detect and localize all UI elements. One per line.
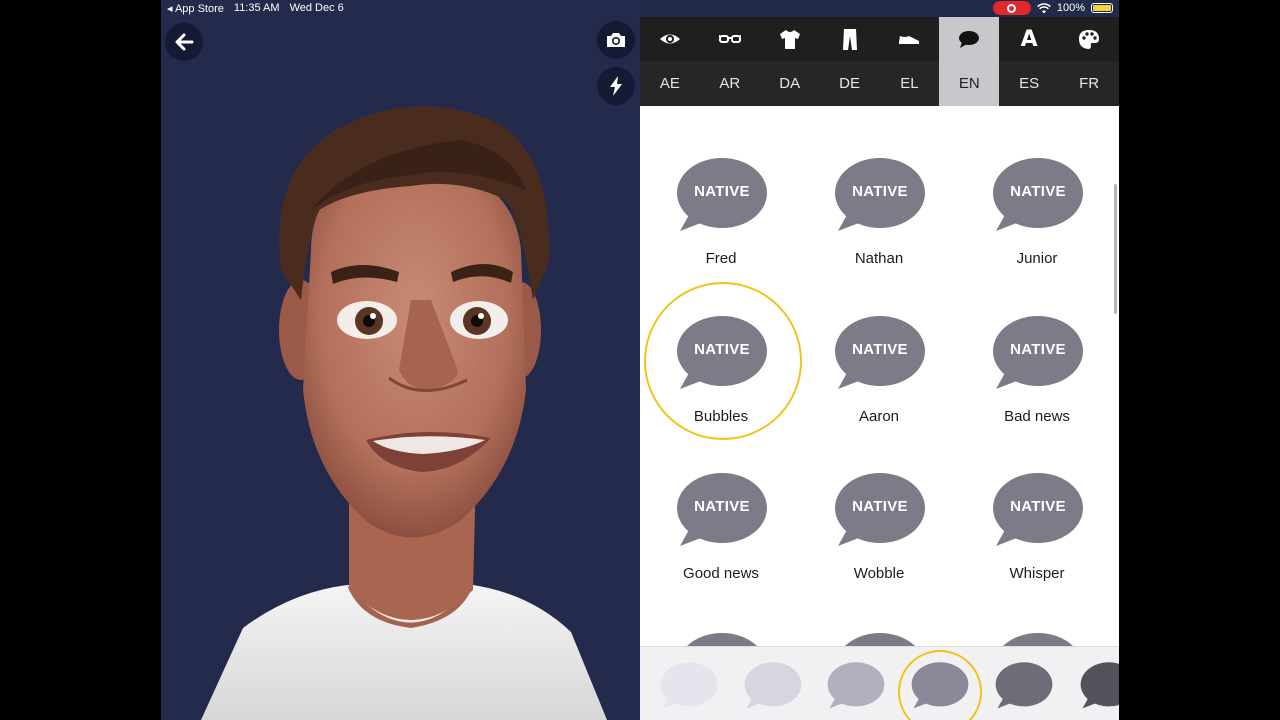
- eye-icon: [659, 34, 680, 44]
- color-swatch[interactable]: [744, 661, 802, 714]
- back-to-app-store[interactable]: ◂ App Store: [167, 2, 224, 15]
- toolbar-tab-speech-bubble[interactable]: [939, 17, 1000, 61]
- voice-name: Wobble: [853, 565, 905, 582]
- shoe-icon: [899, 36, 920, 44]
- app-screen: ◂ App Store 11:35 AM Wed Dec 6 100% A AE…: [161, 0, 1119, 720]
- language-tab-ae[interactable]: AE: [640, 61, 700, 106]
- toolbar-tab-shoe[interactable]: [880, 17, 940, 61]
- voice-option-partial[interactable]: [834, 632, 926, 646]
- palette-icon: [1079, 30, 1100, 49]
- color-swatch[interactable]: [995, 661, 1053, 714]
- voice-option-bad-news[interactable]: NATIVE Bad news: [962, 315, 1112, 445]
- voice-name: Fred: [705, 250, 737, 267]
- category-toolbar: A: [640, 17, 1119, 61]
- lightning-icon: [610, 76, 622, 96]
- speech-bubble-icon: [744, 662, 802, 709]
- glasses-icon: [718, 35, 741, 43]
- voice-badge: NATIVE: [852, 183, 908, 200]
- speech-bubble-icon: [1003, 633, 1073, 646]
- voice-name: Nathan: [854, 250, 904, 267]
- language-bar: AE AR DA DE EL EN ES FR: [640, 61, 1119, 106]
- toolbar-tab-shirt[interactable]: [760, 17, 820, 61]
- selection-ring: [644, 282, 802, 440]
- toolbar-tab-glasses[interactable]: [700, 17, 760, 61]
- status-time: 11:35 AM: [233, 2, 280, 14]
- speech-bubble-icon: [827, 662, 885, 709]
- status-bar: ◂ App Store 11:35 AM Wed Dec 6 100%: [161, 0, 1119, 17]
- language-tab-es[interactable]: ES: [999, 61, 1059, 106]
- pants-icon: [842, 29, 857, 50]
- speech-bubble-icon: [660, 662, 718, 709]
- voice-option-partial[interactable]: [992, 632, 1084, 646]
- voice-badge: NATIVE: [1010, 498, 1066, 515]
- voice-badge: NATIVE: [852, 498, 908, 515]
- language-tab-ar[interactable]: AR: [700, 61, 760, 106]
- color-swatch[interactable]: [1080, 661, 1119, 714]
- speech-bubble-icon: [845, 633, 915, 646]
- avatar-stage[interactable]: [161, 0, 640, 720]
- avatar-3d[interactable]: [161, 0, 640, 720]
- voice-name: Aaron: [858, 408, 900, 425]
- voice-name: Bad news: [1004, 408, 1070, 425]
- voice-option-good-news[interactable]: NATIVE Good news: [646, 472, 796, 602]
- speech-bubble-icon: [959, 31, 980, 48]
- language-tab-el[interactable]: EL: [880, 61, 940, 106]
- status-date: Wed Dec 6: [289, 2, 344, 14]
- voice-badge: NATIVE: [694, 183, 750, 200]
- lightning-button[interactable]: [597, 67, 635, 105]
- voice-badge: NATIVE: [694, 498, 750, 515]
- color-swatch[interactable]: [827, 661, 885, 714]
- camera-button[interactable]: [597, 21, 635, 59]
- language-tab-de[interactable]: DE: [820, 61, 880, 106]
- voice-option-nathan[interactable]: NATIVE Nathan: [804, 157, 954, 287]
- toolbar-tab-pants[interactable]: [820, 17, 880, 61]
- scroll-indicator[interactable]: [1114, 184, 1117, 314]
- battery-percent: 100%: [1056, 2, 1085, 14]
- screen-recording-icon: [992, 1, 1031, 15]
- voice-grid[interactable]: NATIVE Fred NATIVE Nathan NATIVE Junior NATIVE…: [640, 106, 1119, 646]
- swatch-selection-ring: [898, 650, 982, 720]
- voice-name: Junior: [1016, 250, 1058, 267]
- voice-name: Good news: [683, 565, 759, 582]
- camera-icon: [607, 33, 625, 47]
- arrow-left-icon: [175, 33, 194, 51]
- wifi-icon: [1036, 2, 1051, 13]
- voice-option-aaron[interactable]: NATIVE Aaron: [804, 315, 954, 445]
- language-tab-fr[interactable]: FR: [1059, 61, 1119, 106]
- battery-icon: [1091, 3, 1113, 13]
- toolbar-tab-palette[interactable]: [1059, 17, 1119, 61]
- voice-option-wobble[interactable]: NATIVE Wobble: [804, 472, 954, 602]
- speech-bubble-icon: [995, 662, 1053, 709]
- voice-option-fred[interactable]: NATIVE Fred: [646, 157, 796, 287]
- voice-badge: NATIVE: [852, 341, 908, 358]
- color-swatch[interactable]: [660, 661, 718, 714]
- shirt-icon: [779, 30, 800, 49]
- voice-badge: NATIVE: [1010, 183, 1066, 200]
- voice-option-whisper[interactable]: NATIVE Whisper: [962, 472, 1112, 602]
- speech-bubble-icon: [687, 633, 757, 646]
- voice-name: Whisper: [1009, 565, 1065, 582]
- bubble-color-bar[interactable]: [640, 646, 1119, 720]
- toolbar-tab-eye[interactable]: [640, 17, 700, 61]
- voice-option-junior[interactable]: NATIVE Junior: [962, 157, 1112, 287]
- voice-option-partial[interactable]: [676, 632, 768, 646]
- toolbar-tab-text[interactable]: A: [999, 17, 1059, 61]
- language-tab-da[interactable]: DA: [760, 61, 820, 106]
- language-tab-en[interactable]: EN: [939, 61, 1000, 106]
- back-button[interactable]: [165, 23, 203, 61]
- settings-panel: A AE AR DA DE EL EN ES FR NATIVE Fred NATIVE Natha…: [640, 17, 1119, 720]
- voice-badge: NATIVE: [1010, 341, 1066, 358]
- text-icon: A: [1020, 26, 1038, 52]
- speech-bubble-icon: [1080, 662, 1119, 709]
